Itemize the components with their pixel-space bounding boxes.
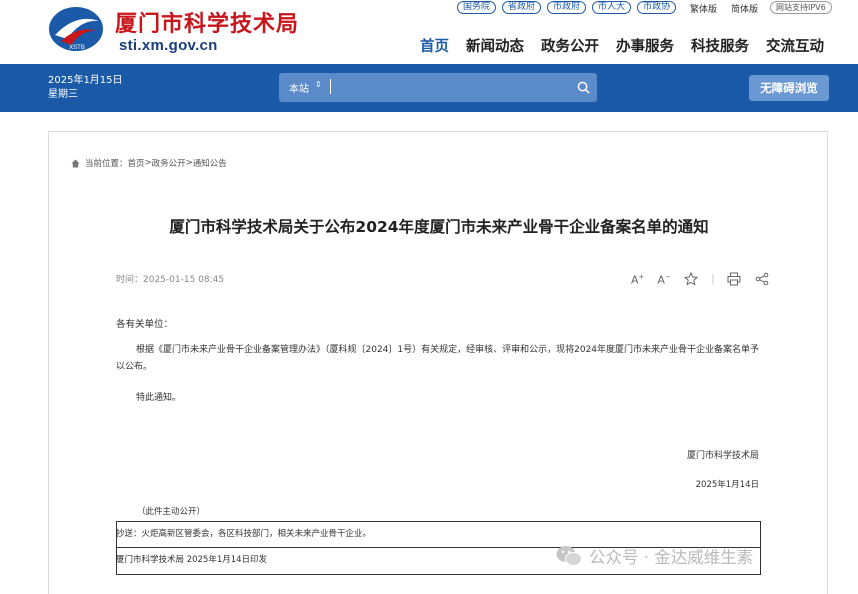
breadcrumb: 当前位置： 首页 > 政务公开 > 通知公告	[71, 157, 227, 169]
site-title[interactable]: 厦门市科学技术局	[115, 6, 299, 38]
breadcrumb-separator: >	[185, 158, 193, 168]
font-larger-button[interactable]: A+	[631, 270, 644, 288]
font-smaller-button[interactable]: A−	[657, 270, 670, 288]
watermark-text: 公众号 · 金达威维生素	[589, 548, 754, 567]
logo-text: XSTB	[69, 45, 85, 51]
nav-news[interactable]: 新闻动态	[466, 35, 524, 56]
scope-arrows-icon[interactable]: ⇕	[315, 80, 322, 89]
nav-interaction[interactable]: 交流互动	[766, 35, 824, 56]
accessibility-button[interactable]: 无障碍浏览	[749, 75, 829, 101]
article-panel: 当前位置： 首页 > 政务公开 > 通知公告 厦门市科学技术局关于公布2024年…	[48, 131, 828, 594]
separator-bar: |	[710, 272, 715, 286]
lang-traditional-link[interactable]: 繁体版	[690, 2, 717, 15]
disclosure-note: （此件主动公开）	[137, 507, 206, 517]
breadcrumb-gov-affairs[interactable]: 政务公开	[152, 157, 186, 169]
font-larger-mark: +	[638, 273, 645, 281]
watermark: 公众号 · 金达威维生素	[555, 544, 753, 568]
weekday-text: 星期三	[48, 89, 78, 100]
share-icon[interactable]	[755, 271, 770, 286]
breadcrumb-home[interactable]: 首页	[128, 157, 145, 169]
top-link-province[interactable]: 省政府	[502, 1, 542, 14]
font-smaller-glyph: A	[657, 273, 665, 287]
logo-emblem-icon[interactable]: XSTB	[47, 5, 105, 53]
cc-line: 抄送：火炬高新区管委会，各区科技部门，相关未来产业骨干企业。	[116, 529, 372, 539]
print-line: 厦门市科学技术局 2025年1月14日印发	[116, 555, 268, 565]
search-bar-strip: 2025年1月15日 星期三 本站 ⇕ 无障碍浏览	[0, 64, 858, 112]
breadcrumb-prefix: 当前位置：	[85, 159, 128, 169]
main-nav: 首页 新闻动态 政务公开 办事服务 科技服务 交流互动	[420, 35, 841, 56]
top-links: 国务院 省政府 市政府 市人大 市政协	[457, 1, 677, 14]
nav-services[interactable]: 办事服务	[616, 35, 674, 56]
ipv6-badge: 网站支持IPV6	[770, 1, 832, 14]
top-link-city-congress[interactable]: 市人大	[592, 1, 632, 14]
closing-paragraph: 特此通知。	[136, 393, 182, 403]
search-icon[interactable]	[577, 81, 590, 94]
text-caret	[330, 79, 331, 94]
breadcrumb-notices[interactable]: 通知公告	[193, 157, 227, 169]
body-paragraph: 根据《厦门市未来产业骨干企业备案管理办法》（厦科规〔2024〕1号）有关规定，经…	[116, 345, 760, 372]
signature-organization: 厦门市科学技术局	[686, 451, 759, 461]
print-icon[interactable]	[727, 271, 742, 286]
article-tools: A+ A− |	[631, 270, 770, 288]
nav-home[interactable]: 首页	[420, 35, 449, 56]
wechat-icon	[556, 546, 582, 566]
current-date: 2025年1月15日 星期三	[48, 74, 123, 102]
home-icon	[71, 158, 80, 168]
search-input[interactable]	[333, 77, 563, 98]
site-domain: sti.xm.gov.cn	[119, 37, 218, 54]
font-smaller-mark: −	[664, 273, 671, 281]
favorite-star-icon[interactable]	[684, 271, 699, 286]
search-box: 本站 ⇕	[279, 73, 597, 102]
nav-tech-services[interactable]: 科技服务	[691, 35, 749, 56]
site-header: XSTB 厦门市科学技术局 sti.xm.gov.cn 国务院 省政府 市政府 …	[0, 0, 858, 64]
top-link-cppcc[interactable]: 市政协	[637, 1, 677, 14]
font-larger-glyph: A	[631, 273, 639, 287]
breadcrumb-separator: >	[144, 158, 152, 168]
publish-time: 时间：2025-01-15 08:45	[116, 275, 225, 285]
lang-simplified-link[interactable]: 简体版	[731, 2, 758, 15]
top-link-city-gov[interactable]: 市政府	[547, 1, 587, 14]
signature-date: 2025年1月14日	[695, 480, 759, 490]
search-scope-select[interactable]: 本站	[289, 80, 309, 95]
nav-gov-affairs[interactable]: 政务公开	[541, 35, 599, 56]
date-text: 2025年1月15日	[48, 75, 123, 86]
article-title: 厦门市科学技术局关于公布2024年度厦门市未来产业骨干企业备案名单的通知	[169, 218, 709, 236]
page: XSTB 厦门市科学技术局 sti.xm.gov.cn 国务院 省政府 市政府 …	[0, 0, 858, 594]
salutation: 各有关单位：	[116, 319, 174, 330]
top-link-state-council[interactable]: 国务院	[457, 1, 497, 14]
